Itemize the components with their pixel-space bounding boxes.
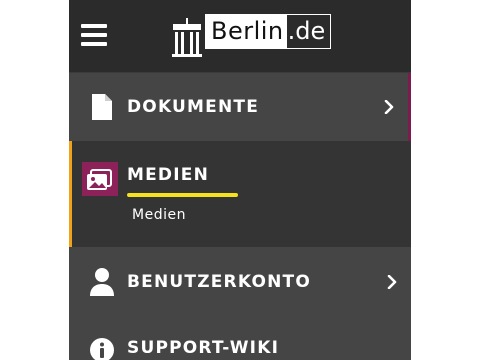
document-icon	[92, 94, 112, 120]
info-circle-icon	[90, 338, 114, 360]
sidebar-header: Berlin .de	[69, 0, 411, 72]
user-icon	[90, 268, 114, 296]
nav-item-benutzerkonto-label: BENUTZERKONTO	[127, 272, 311, 292]
nav-subitem-medien[interactable]: Medien	[132, 207, 186, 223]
chevron-right-icon[interactable]	[384, 100, 394, 114]
active-underline	[127, 193, 238, 197]
nav-item-medien-label: MEDIEN	[127, 165, 210, 185]
brandenburg-gate-icon	[172, 18, 202, 57]
image-gallery-icon	[82, 162, 118, 196]
hamburger-menu-icon[interactable]	[79, 20, 109, 50]
sidebar: Berlin .de DOKUMENTE MEDIEN Medien BENUT…	[69, 0, 411, 360]
chevron-right-icon[interactable]	[387, 275, 397, 289]
nav-item-benutzerkonto[interactable]: BENUTZERKONTO	[69, 247, 411, 315]
nav-item-support-wiki[interactable]: SUPPORT-WIKI	[69, 315, 411, 360]
logo-wordmark-text: Berlin	[206, 15, 287, 48]
nav-item-dokumente-label: DOKUMENTE	[127, 97, 260, 117]
nav-item-support-wiki-label: SUPPORT-WIKI	[127, 338, 280, 358]
logo-wordmark: Berlin .de	[205, 14, 332, 49]
nav-item-dokumente[interactable]: DOKUMENTE	[69, 73, 411, 141]
logo-tld-text: .de	[286, 15, 331, 48]
berlin-de-logo[interactable]: Berlin .de	[172, 13, 372, 61]
nav-item-medien[interactable]: MEDIEN Medien	[69, 141, 411, 247]
